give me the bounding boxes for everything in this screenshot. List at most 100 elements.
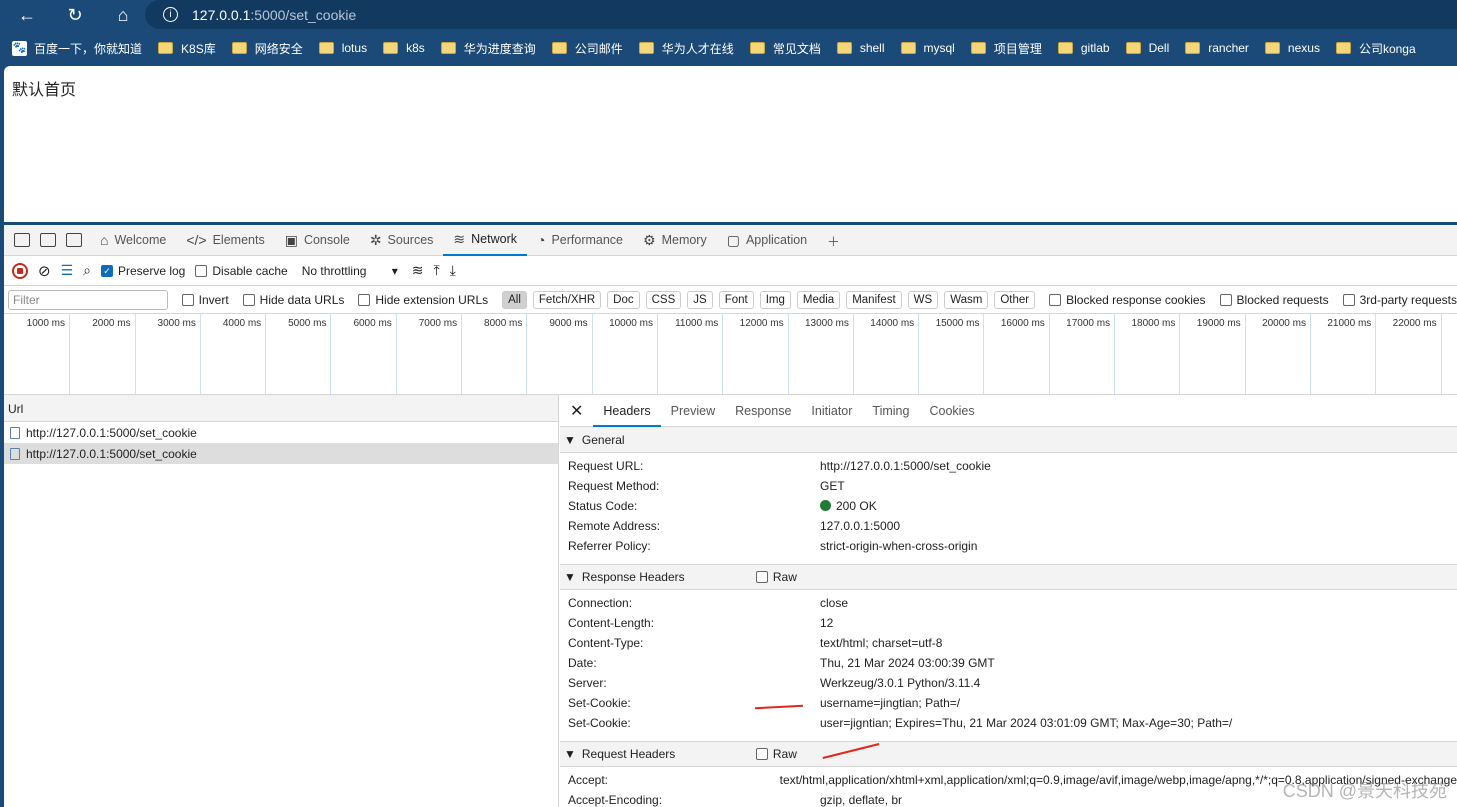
blocked-response-cookies-checkbox[interactable]: Blocked response cookies [1049, 293, 1206, 307]
checkbox[interactable] [181, 293, 194, 306]
type-filter-fetch-xhr[interactable]: Fetch/XHR [532, 290, 602, 309]
tab-welcome[interactable]: ⌂ Welcome [90, 225, 176, 256]
type-filter-css[interactable]: CSS [645, 290, 682, 309]
bookmark[interactable]: 网络安全 [231, 40, 303, 57]
clear-icon[interactable]: ⊘ [38, 262, 51, 280]
column-header-url[interactable]: Url [4, 395, 558, 422]
raw-checkbox[interactable] [755, 571, 768, 583]
page-text: 默认首页 [12, 82, 77, 99]
tab-elements[interactable]: </> Elements [176, 225, 274, 256]
bookmark[interactable]: 🐾 百度一下，你就知道 [12, 40, 142, 57]
address-bar[interactable]: i 127.0.0.1:5000/set_cookie [145, 0, 1457, 29]
type-filter-img[interactable]: Img [759, 290, 791, 309]
disable-cache-checkbox[interactable]: Disable cache [195, 263, 288, 278]
type-filter-manifest[interactable]: Manifest [846, 290, 902, 309]
export-icon[interactable]: ⤓ [450, 262, 456, 279]
more-tabs-icon[interactable]: ＋ [817, 225, 850, 256]
bookmark[interactable]: rancher [1185, 41, 1249, 55]
inspect-icon[interactable] [14, 233, 30, 247]
bookmark-label: 公司邮件 [574, 41, 623, 56]
throttling-select[interactable]: No throttling ▾ [298, 260, 402, 282]
tab-preview[interactable]: Preview [661, 395, 725, 427]
section-general[interactable]: ▼ General [560, 427, 1457, 453]
type-filter-media[interactable]: Media [796, 290, 841, 309]
preserve-log-checkbox[interactable]: ✓ Preserve log [100, 264, 185, 278]
tab-memory[interactable]: ⚙ Memory [633, 225, 717, 256]
bookmark[interactable]: 公司邮件 [551, 40, 623, 57]
bookmark[interactable]: 华为人才在线 [638, 40, 734, 57]
filter-icon[interactable]: ☰ [61, 262, 74, 279]
blocked-requests-checkbox[interactable]: Blocked requests [1219, 293, 1329, 307]
tab-initiator[interactable]: Initiator [801, 395, 862, 427]
detail-tabs: ✕ Headers Preview Response Initiator Timing C… [560, 395, 1457, 427]
close-icon[interactable]: ✕ [560, 401, 593, 421]
bookmark[interactable]: lotus [318, 41, 367, 55]
section-request-headers[interactable]: ▼ Request Headers Raw [560, 741, 1457, 767]
header-name: Server: [568, 676, 607, 690]
third-party-checkbox[interactable]: 3rd-party requests [1342, 293, 1457, 307]
header-value: 200 OK [820, 499, 877, 513]
type-filter-other[interactable]: Other [994, 290, 1036, 309]
tab-network[interactable]: ≋ Network [443, 225, 527, 256]
device-toolbar-icon[interactable] [40, 233, 56, 247]
reload-icon[interactable]: ↻ [64, 4, 86, 26]
bookmark[interactable]: nexus [1264, 41, 1320, 55]
back-icon[interactable]: ← [16, 4, 38, 26]
bookmark-label: k8s [406, 41, 425, 55]
type-filter-font[interactable]: Font [718, 290, 754, 309]
label: Disable cache [212, 263, 288, 278]
type-filter-all[interactable]: All [502, 290, 527, 309]
home-icon[interactable]: ⌂ [112, 4, 134, 26]
hide-extension-urls-checkbox[interactable]: Hide extension URLs [358, 293, 488, 307]
bookmark[interactable]: 华为进度查询 [440, 40, 536, 57]
bookmark[interactable]: K8S库 [158, 40, 216, 57]
request-url: http://127.0.0.1:5000/set_cookie [26, 446, 197, 461]
bookmark[interactable]: 项目管理 [970, 40, 1042, 57]
invert-checkbox[interactable]: Invert [181, 293, 229, 307]
filter-input[interactable]: Filter [8, 289, 168, 310]
bookmark-label: mysql [923, 41, 955, 55]
request-row[interactable]: http://127.0.0.1:5000/set_cookie [4, 422, 558, 443]
tab-timing[interactable]: Timing [862, 395, 919, 427]
type-filter-doc[interactable]: Doc [607, 290, 640, 309]
bookmark[interactable]: k8s [383, 41, 425, 55]
raw-checkbox[interactable] [755, 748, 768, 760]
section-response-headers[interactable]: ▼ Response Headers Raw [560, 564, 1457, 590]
import-icon[interactable]: ⤒ [433, 262, 439, 279]
tab-application[interactable]: ▢ Application [717, 225, 817, 256]
bookmark[interactable]: mysql [900, 41, 955, 55]
record-icon[interactable] [12, 262, 28, 279]
devtools-tabs: ⌂ Welcome </> Elements ▣ Console ✲ Sources ≋ Netw… [4, 225, 1457, 256]
bookmark[interactable]: 常见文档 [749, 40, 821, 57]
folder-icon [1335, 42, 1351, 54]
timeline-tick: 8000 ms [462, 314, 528, 394]
checkbox[interactable] [1049, 293, 1062, 306]
timeline-overview[interactable]: 1000 ms 2000 ms 3000 ms 4000 ms 5000 ms 6000 … [4, 314, 1457, 395]
tab-sources[interactable]: ✲ Sources [360, 225, 444, 256]
checkbox-checked[interactable]: ✓ [100, 264, 113, 277]
type-filter-ws[interactable]: WS [907, 290, 939, 309]
tab-console[interactable]: ▣ Console [275, 225, 360, 256]
checkbox[interactable] [1342, 293, 1355, 306]
type-filter-js[interactable]: JS [687, 290, 713, 309]
network-conditions-icon[interactable]: ≋ [412, 262, 424, 279]
search-icon[interactable]: ⌕ [83, 262, 91, 279]
bookmark[interactable]: 公司konga [1335, 40, 1416, 57]
checkbox[interactable] [242, 293, 255, 306]
bookmark[interactable]: gitlab [1057, 41, 1110, 55]
hide-data-urls-checkbox[interactable]: Hide data URLs [242, 293, 344, 307]
timeline-tick: 11000 ms [658, 314, 724, 394]
checkbox[interactable] [195, 264, 208, 277]
request-row[interactable]: http://127.0.0.1:5000/set_cookie [4, 443, 558, 464]
tab-response[interactable]: Response [725, 395, 801, 427]
info-icon[interactable]: i [163, 7, 178, 22]
checkbox[interactable] [1219, 293, 1232, 306]
bookmark[interactable]: shell [836, 41, 885, 55]
dock-icon[interactable] [66, 233, 82, 247]
tab-performance[interactable]: ◔ Performance [527, 225, 633, 256]
checkbox[interactable] [358, 293, 371, 306]
tab-headers[interactable]: Headers [593, 395, 661, 427]
tab-cookies[interactable]: Cookies [919, 395, 984, 427]
type-filter-wasm[interactable]: Wasm [944, 290, 989, 309]
bookmark[interactable]: Dell [1125, 41, 1169, 55]
